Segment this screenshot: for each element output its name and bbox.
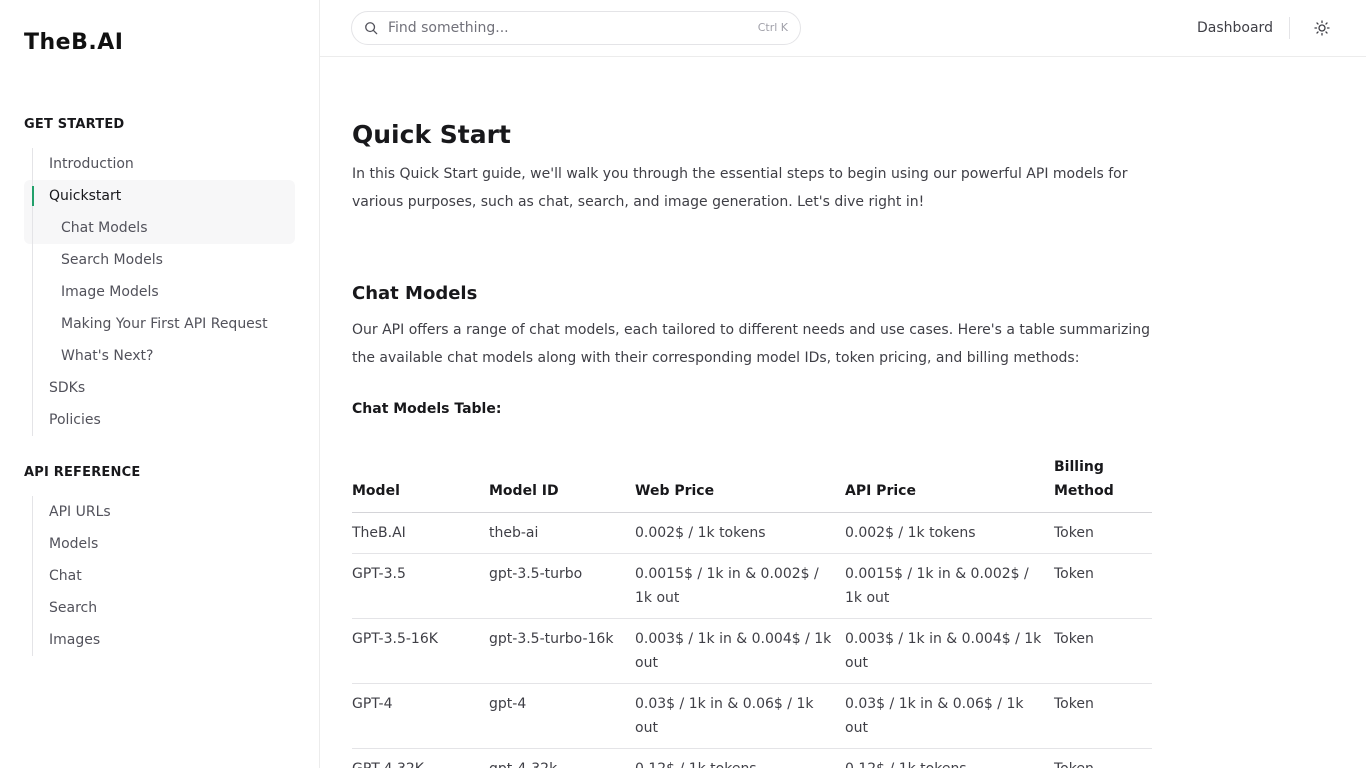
table-row: GPT-3.5 gpt-3.5-turbo 0.0015$ / 1k in & … <box>352 553 1152 619</box>
column-header-api-price: API Price <box>845 455 1054 513</box>
cell-web-price: 0.002$ / 1k tokens <box>635 512 845 554</box>
sidebar: TheB.AI GET STARTED Introduction Quickst… <box>0 0 320 768</box>
table-row: GPT-3.5-16K gpt-3.5-turbo-16k 0.003$ / 1… <box>352 618 1152 684</box>
sidebar-item-policies[interactable]: Policies <box>33 404 295 436</box>
column-header-model-id: Model ID <box>489 455 635 513</box>
cell-model: GPT-4 <box>352 683 489 749</box>
intro-paragraph: In this Quick Start guide, we'll walk yo… <box>352 166 1128 210</box>
column-header-web-price: Web Price <box>635 455 845 513</box>
table-label: Chat Models Table: <box>352 401 502 417</box>
cell-model: GPT-3.5 <box>352 553 489 619</box>
cell-web-price: 0.003$ / 1k in & 0.004$ / 1k out <box>635 618 845 684</box>
cell-model-id: theb-ai <box>489 512 635 554</box>
chat-models-table: Model Model ID Web Price API Price Billi… <box>352 455 1152 768</box>
dashboard-link[interactable]: Dashboard <box>1197 0 1273 57</box>
sidebar-item-image-models[interactable]: Image Models <box>33 276 295 308</box>
cell-billing: Token <box>1054 512 1152 554</box>
cell-billing: Token <box>1054 618 1152 684</box>
cell-api-price: 0.12$ / 1k tokens <box>845 748 1054 768</box>
cell-api-price: 0.003$ / 1k in & 0.004$ / 1k out <box>845 618 1054 684</box>
page-title: Quick Start <box>352 120 511 149</box>
search-input[interactable]: Find something... Ctrl K <box>351 11 801 45</box>
cell-model-id: gpt-3.5-turbo-16k <box>489 618 635 684</box>
cell-billing: Token <box>1054 748 1152 768</box>
header-divider <box>1289 17 1290 39</box>
cell-api-price: 0.002$ / 1k tokens <box>845 512 1054 554</box>
cell-model: GPT-4 32K <box>352 748 489 768</box>
sidebar-item-quickstart[interactable]: Quickstart <box>32 180 295 212</box>
table-row: TheB.AI theb-ai 0.002$ / 1k tokens 0.002… <box>352 512 1152 554</box>
cell-billing: Token <box>1054 683 1152 749</box>
cell-model-id: gpt-3.5-turbo <box>489 553 635 619</box>
cell-web-price: 0.0015$ / 1k in & 0.002$ / 1k out <box>635 553 845 619</box>
cell-model-id: gpt-4-32k <box>489 748 635 768</box>
top-header: Find something... Ctrl K Dashboard <box>320 0 1366 57</box>
sidebar-item-whats-next[interactable]: What's Next? <box>33 340 295 372</box>
sidebar-item-api-urls[interactable]: API URLs <box>33 496 295 528</box>
cell-billing: Token <box>1054 553 1152 619</box>
sidebar-item-search[interactable]: Search <box>33 592 295 624</box>
column-header-billing-method: Billing Method <box>1054 455 1152 513</box>
sidebar-item-models[interactable]: Models <box>33 528 295 560</box>
cell-api-price: 0.0015$ / 1k in & 0.002$ / 1k out <box>845 553 1054 619</box>
billing-header-text: Billing Method <box>1054 459 1114 499</box>
cell-api-price: 0.03$ / 1k in & 0.06$ / 1k out <box>845 683 1054 749</box>
search-placeholder: Find something... <box>388 20 509 36</box>
sidebar-item-sdks[interactable]: SDKs <box>33 372 295 404</box>
section-title-api-reference: API REFERENCE <box>24 465 141 480</box>
search-icon <box>365 22 378 35</box>
search-shortcut-hint: Ctrl K <box>757 21 788 34</box>
sidebar-item-chat-models[interactable]: Chat Models <box>33 212 295 244</box>
cell-web-price: 0.03$ / 1k in & 0.06$ / 1k out <box>635 683 845 749</box>
column-header-model: Model <box>352 455 489 513</box>
cell-web-price: 0.12$ / 1k tokens <box>635 748 845 768</box>
sun-icon[interactable] <box>1314 20 1330 36</box>
cell-model: TheB.AI <box>352 512 489 554</box>
nav-api-reference: API URLs Models Chat Search Images <box>32 496 295 656</box>
cell-model-id: gpt-4 <box>489 683 635 749</box>
sidebar-item-chat[interactable]: Chat <box>33 560 295 592</box>
table-row: GPT-4 gpt-4 0.03$ / 1k in & 0.06$ / 1k o… <box>352 683 1152 749</box>
cell-model: GPT-3.5-16K <box>352 618 489 684</box>
table-row: GPT-4 32K gpt-4-32k 0.12$ / 1k tokens 0.… <box>352 748 1152 768</box>
section-title-get-started: GET STARTED <box>24 117 125 132</box>
chat-models-paragraph: Our API offers a range of chat models, e… <box>352 322 1150 366</box>
table-header-row: Model Model ID Web Price API Price Billi… <box>352 455 1152 513</box>
section-heading-chat-models: Chat Models <box>352 283 478 304</box>
nav-get-started: Introduction Quickstart Chat Models Sear… <box>32 148 295 436</box>
sidebar-item-first-api-request[interactable]: Making Your First API Request <box>33 308 295 340</box>
sidebar-item-search-models[interactable]: Search Models <box>33 244 295 276</box>
logo[interactable]: TheB.AI <box>24 30 123 55</box>
sidebar-item-images[interactable]: Images <box>33 624 295 656</box>
sidebar-item-introduction[interactable]: Introduction <box>33 148 295 180</box>
